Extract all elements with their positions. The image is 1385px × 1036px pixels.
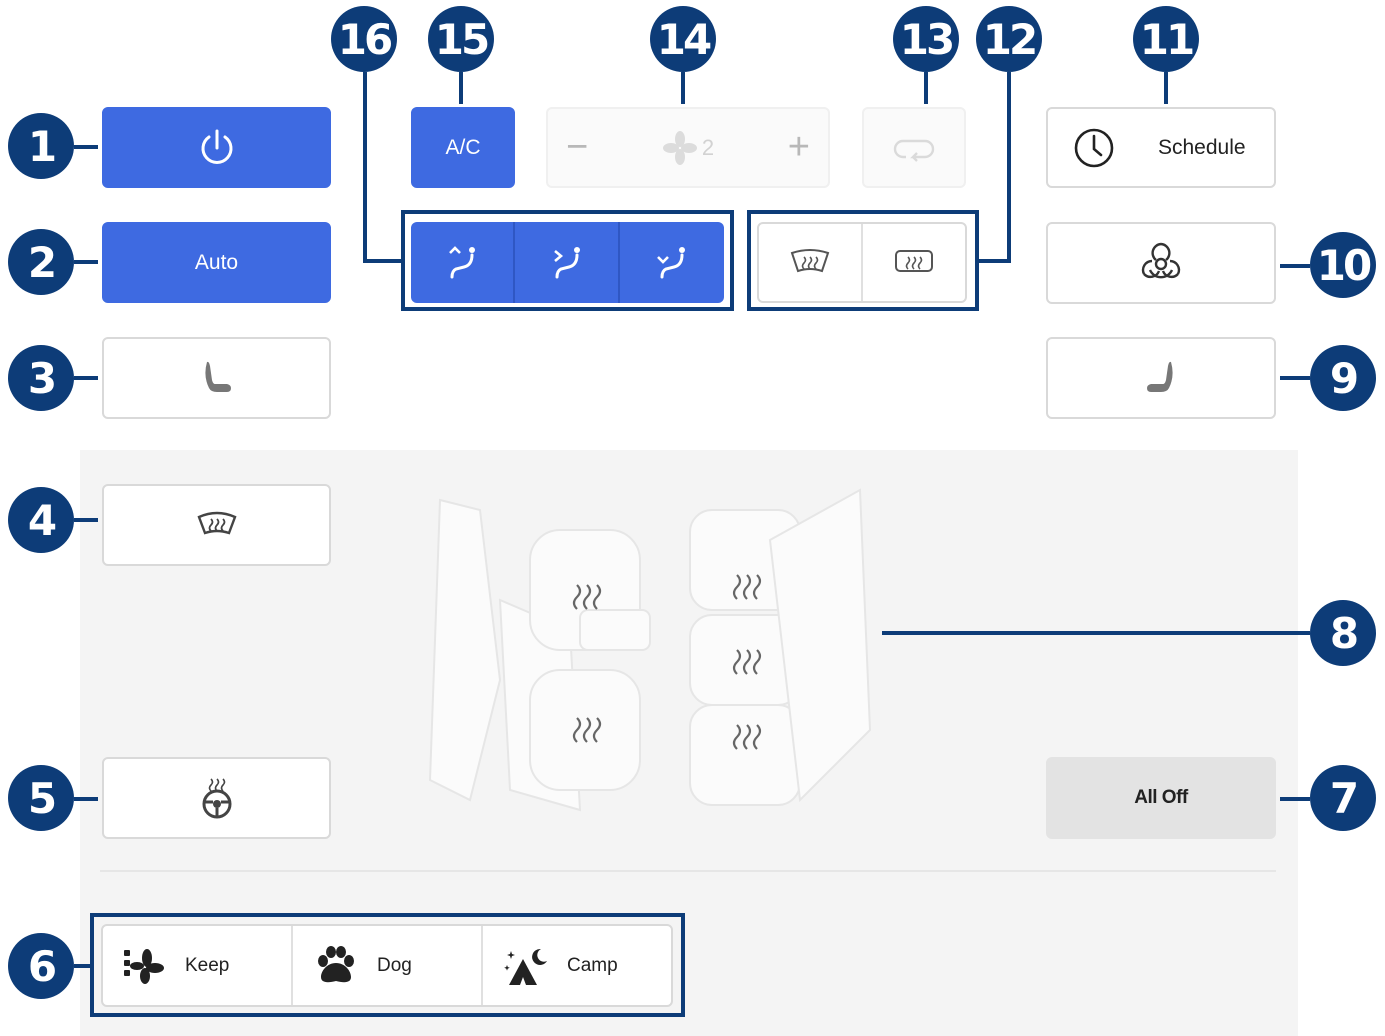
fan-icon — [662, 130, 697, 165]
recirculate-button[interactable] — [862, 107, 966, 188]
auto-button[interactable]: Auto — [102, 222, 331, 303]
callout-11: 11 — [1133, 6, 1199, 72]
all-off-label: All Off — [1134, 787, 1188, 808]
auto-label: Auto — [194, 250, 239, 274]
fan-speed-display: 2 — [662, 130, 714, 166]
cabin-seats-illustration — [428, 488, 872, 812]
callout-leader — [1280, 797, 1310, 801]
fan-speed-control: − 2 + — [546, 107, 830, 188]
callout-8: 8 — [1310, 600, 1376, 666]
steering-wheel-heater-button[interactable] — [102, 757, 331, 839]
callout-leader — [1164, 72, 1168, 104]
callout-7: 7 — [1310, 765, 1376, 831]
callout-leader — [1280, 264, 1310, 268]
callout-2: 2 — [8, 229, 74, 295]
callout-10: 10 — [1310, 232, 1376, 298]
callout-6: 6 — [8, 933, 74, 999]
callout-12: 12 — [976, 6, 1042, 72]
callout-leader — [459, 72, 463, 104]
callout-leader — [1007, 72, 1011, 263]
driver-seat-heater-button[interactable] — [102, 337, 331, 419]
callout-leader — [681, 72, 685, 104]
fan-speed-value: 2 — [701, 134, 715, 160]
climate-power-button[interactable] — [102, 107, 331, 188]
callout-leader — [74, 518, 98, 522]
clock-icon — [1074, 128, 1114, 167]
callout-3: 3 — [8, 345, 74, 411]
callout-leader — [1280, 376, 1310, 380]
callout-leader — [924, 72, 928, 104]
steering-wheel-heat-icon — [202, 778, 231, 819]
passenger-seat-icon — [1147, 361, 1173, 392]
all-off-button[interactable]: All Off — [1046, 757, 1276, 839]
ac-button[interactable]: A/C — [411, 107, 515, 188]
callout-16: 16 — [331, 6, 397, 72]
callout-leader — [74, 145, 98, 149]
callout-1: 1 — [8, 113, 74, 179]
callout-13: 13 — [893, 6, 959, 72]
callout-9: 9 — [1310, 345, 1376, 411]
driver-seat-icon — [204, 361, 231, 392]
schedule-button[interactable]: Schedule — [1046, 107, 1276, 188]
callout-leader — [363, 72, 367, 263]
wiper-defrost-button[interactable] — [102, 484, 331, 566]
wiper-defrost-icon — [196, 511, 237, 535]
fan-decrease-button[interactable]: − — [566, 126, 588, 169]
fan-increase-button[interactable]: + — [788, 126, 810, 169]
power-icon — [201, 129, 232, 164]
bioweapon-defense-button[interactable] — [1046, 222, 1276, 304]
callout-frame-defrost — [747, 210, 979, 311]
ac-label: A/C — [445, 135, 481, 159]
biohazard-icon — [1141, 242, 1181, 279]
callout-leader — [74, 376, 98, 380]
schedule-label: Schedule — [1158, 135, 1246, 159]
callout-frame-airflow — [401, 210, 734, 311]
callout-leader — [74, 964, 90, 968]
callout-leader — [74, 797, 98, 801]
panel-divider — [100, 870, 1276, 872]
callout-leader — [363, 259, 403, 263]
callout-leader — [74, 260, 98, 264]
passenger-seat-heater-button[interactable] — [1046, 337, 1276, 419]
callout-15: 15 — [428, 6, 494, 72]
callout-14: 14 — [650, 6, 716, 72]
callout-frame-modes — [90, 913, 685, 1017]
recirculate-icon — [893, 139, 935, 162]
callout-leader — [979, 259, 1011, 263]
callout-4: 4 — [8, 487, 74, 553]
callout-5: 5 — [8, 765, 74, 831]
callout-leader — [882, 631, 1310, 635]
